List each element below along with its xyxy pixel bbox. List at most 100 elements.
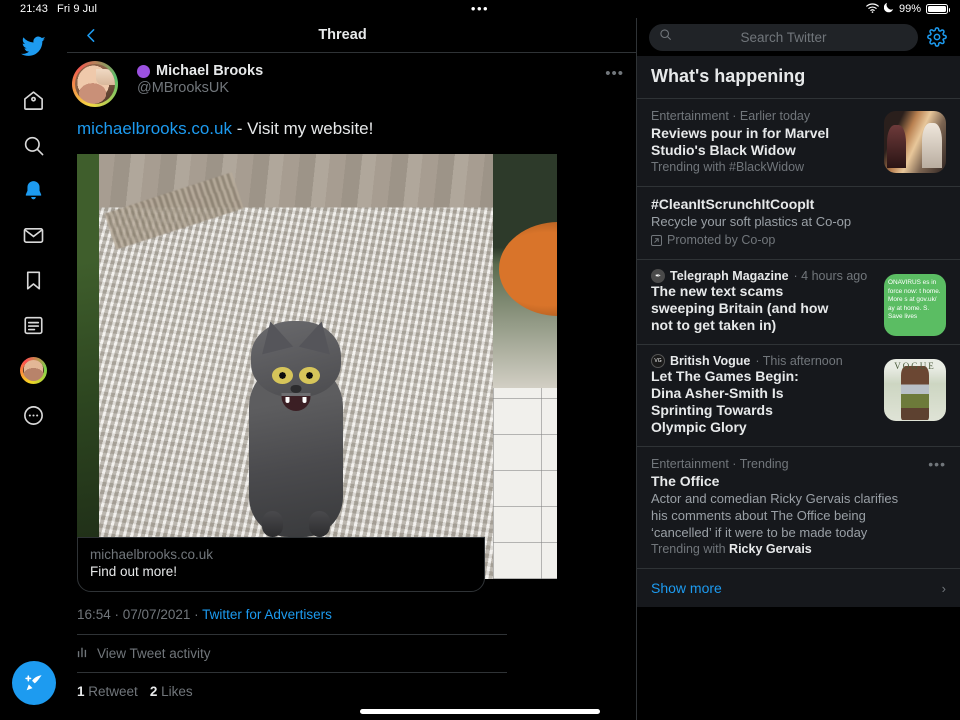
like-count: 2 [149, 684, 158, 699]
whats-happening-title: What's happening [651, 66, 806, 86]
search-icon [659, 28, 672, 46]
trend-sub-name[interactable]: Ricky Gervais [729, 542, 812, 556]
trend-sub-hashtag[interactable]: #BlackWidow [729, 160, 804, 174]
trend-source-name: Telegraph Magazine [670, 269, 789, 283]
search-row: Search Twitter [637, 18, 960, 56]
trend-title: The new text scams sweeping Britain (and… [651, 283, 829, 333]
trend-more-button[interactable]: ••• [928, 456, 946, 472]
page-title: Thread [318, 27, 367, 43]
chevron-right-icon: › [941, 580, 946, 596]
settings-gear-button[interactable] [926, 26, 948, 48]
sms-thumb-text: ONAVIRUS es in force now: t home. More s… [888, 279, 941, 321]
trend-thumbnail-sms: ONAVIRUS es in force now: t home. More s… [884, 274, 946, 336]
trend-subtitle: Trending with #BlackWidow [651, 159, 851, 176]
trend-item-text-scams[interactable]: ✒ Telegraph Magazine · 4 hours ago The n… [637, 259, 960, 344]
tweet-author-avatar[interactable] [72, 61, 118, 107]
tweet-author-handle[interactable]: @MBrooksUK [137, 80, 614, 96]
tweet-media-carousel[interactable] [77, 154, 557, 579]
search-placeholder: Search Twitter [740, 29, 827, 45]
carousel-slide-current[interactable] [99, 154, 493, 579]
trend-category: Entertainment · Trending [651, 457, 789, 471]
moon-icon [883, 2, 894, 16]
trend-item-black-widow[interactable]: Entertainment · Earlier today Reviews po… [637, 98, 960, 186]
sidebar-item-explore[interactable] [12, 123, 56, 167]
battery-icon [926, 4, 950, 14]
vogue-logo-icon: VG [651, 354, 665, 368]
trend-source-time: · This afternoon [755, 354, 843, 368]
tweet-text-link[interactable]: michaelbrooks.co.uk [77, 119, 232, 138]
link-card-domain: michaelbrooks.co.uk [90, 547, 214, 562]
retweet-label: Retweet [88, 684, 138, 699]
status-bar: 21:43 Fri 9 Jul ••• 99% [0, 0, 960, 18]
tweet-author-name-row: Michael Brooks [137, 63, 614, 79]
trend-title: Let The Games Begin: Dina Asher-Smith Is… [651, 368, 799, 435]
trend-title: #CleanItScrunchItCoopIt [651, 196, 815, 212]
left-nav-rail [0, 18, 67, 720]
status-bar-right: 99% [866, 2, 950, 16]
show-more-button[interactable]: Show more › [637, 568, 960, 607]
whats-happening-panel: What's happening Entertainment · Earlier… [637, 56, 960, 607]
thread-header: Thread [67, 18, 636, 53]
tweet-timestamp: 16:54 · 07/07/2021 · [77, 607, 203, 622]
tweet-text-rest: - Visit my website! [231, 119, 374, 138]
tweet-source[interactable]: Twitter for Advertisers [202, 607, 332, 622]
sidebar-item-bookmarks[interactable] [12, 258, 56, 302]
sidebar-item-profile[interactable] [12, 348, 56, 392]
purple-circle-badge-icon [137, 64, 150, 78]
home-indicator [360, 709, 600, 714]
trend-source-name: British Vogue [670, 354, 751, 368]
view-tweet-activity-label: View Tweet activity [97, 646, 211, 661]
status-bar-dots: ••• [470, 1, 490, 16]
tweet-text: michaelbrooks.co.uk - Visit my website! [77, 118, 614, 140]
back-button[interactable] [75, 19, 107, 51]
tweet-meta: 16:54 · 07/07/2021 · Twitter for Adverti… [77, 607, 507, 635]
twitter-logo-icon[interactable] [12, 24, 56, 68]
ipad-twitter-screen: 21:43 Fri 9 Jul ••• 99% Thread ••• Micha… [0, 0, 960, 720]
trend-source-time: · 4 hours ago [793, 269, 868, 283]
trend-subtitle: Trending with Ricky Gervais [651, 541, 851, 558]
trend-description: Actor and comedian Ricky Gervais clarifi… [651, 491, 899, 540]
carousel-track [77, 154, 557, 579]
promoted-arrow-icon [651, 235, 662, 246]
retweet-stat[interactable]: 1 Retweet [77, 684, 138, 699]
sidebar-item-notifications[interactable] [12, 168, 56, 212]
telegraph-logo-icon: ✒ [651, 269, 665, 283]
avatar [20, 356, 47, 384]
sidebar-item-home[interactable] [12, 78, 56, 122]
promoted-line: Promoted by Co-op [651, 232, 946, 249]
right-sidebar: Search Twitter What's happening Entertai… [637, 18, 960, 720]
media-cat [238, 307, 354, 537]
trend-thumbnail-vogue [884, 359, 946, 421]
tweet-more-button[interactable]: ••• [605, 65, 624, 82]
carousel-slide-previous[interactable] [77, 154, 99, 579]
trend-item-dina-asher-smith[interactable]: VG British Vogue · This afternoon Let Th… [637, 344, 960, 446]
tweet-link-card[interactable]: michaelbrooks.co.uk Find out more! [77, 537, 485, 592]
like-stat[interactable]: 2 Likes [150, 684, 193, 699]
show-more-label: Show more [651, 580, 722, 596]
compose-tweet-button[interactable] [12, 661, 56, 705]
battery-percent: 99% [898, 3, 921, 15]
trend-item-the-office[interactable]: ••• Entertainment · Trending The Office … [637, 446, 960, 568]
sidebar-item-lists[interactable] [12, 303, 56, 347]
wifi-icon [866, 2, 879, 16]
sidebar-item-more[interactable] [12, 393, 56, 437]
link-card-cta: Find out more! [90, 564, 178, 579]
trend-title: The Office [651, 473, 720, 489]
carousel-slide-next[interactable] [493, 154, 557, 579]
tweet-author-display-name[interactable]: Michael Brooks [156, 63, 263, 79]
view-tweet-activity-button[interactable]: View Tweet activity [77, 635, 507, 673]
tweet-detail: ••• Michael Brooks @MBrooksUK michaelbro… [67, 53, 636, 699]
thread-column: Thread ••• Michael Brooks @MBrooksUK mic… [67, 18, 637, 720]
bar-chart-icon [77, 646, 89, 661]
trend-sub-prefix: Trending with [651, 542, 730, 556]
like-label: Likes [161, 684, 193, 699]
sidebar-item-messages[interactable] [12, 213, 56, 257]
trend-item-coop-promoted[interactable]: #CleanItScrunchItCoopIt Recycle your sof… [637, 186, 960, 259]
search-input[interactable]: Search Twitter [649, 23, 918, 51]
trend-sub-prefix: Trending with [651, 160, 730, 174]
trend-description: Recycle your soft plastics at Co-op [651, 214, 852, 229]
tweet-stats: 1 Retweet 2 Likes [77, 673, 507, 699]
trend-title: Reviews pour in for Marvel Studio's Blac… [651, 125, 830, 158]
retweet-count: 1 [77, 684, 85, 699]
promoted-label: Promoted by Co-op [667, 233, 776, 247]
